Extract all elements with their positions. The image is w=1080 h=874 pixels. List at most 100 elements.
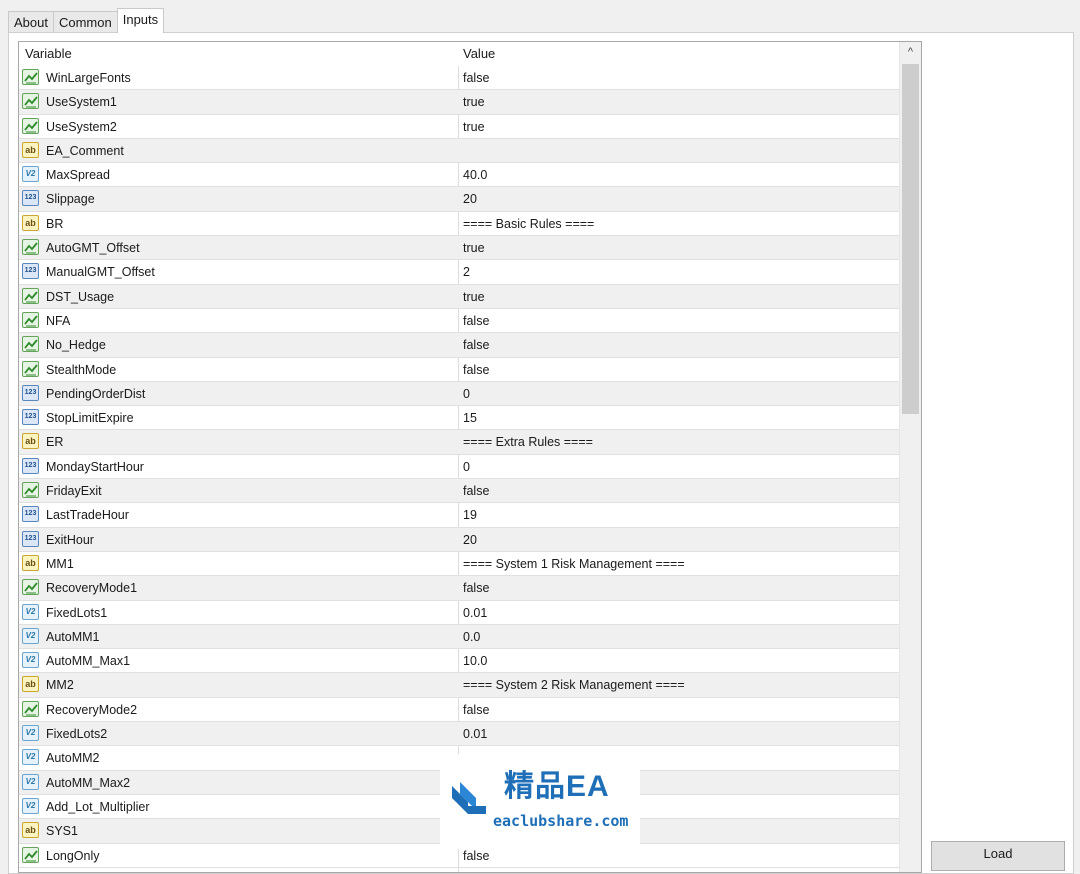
variable-value[interactable]: 10.0	[463, 649, 487, 673]
table-row[interactable]: UseSystem2 true	[19, 115, 899, 139]
variable-value[interactable]: false	[463, 358, 489, 382]
tab-common[interactable]: Common	[52, 11, 118, 33]
variable-value[interactable]: ==== System 1 Risk Management ====	[463, 552, 685, 576]
double-type-icon: V2	[22, 725, 39, 742]
table-row[interactable]: NFA false	[19, 309, 899, 334]
table-row[interactable]: ab EA_Comment	[19, 138, 899, 164]
table-row[interactable]: 123 StopLimitExpire 15	[19, 406, 899, 431]
bool-type-icon	[22, 239, 39, 256]
variable-value[interactable]: ==== System 2 Risk Management ====	[463, 673, 685, 697]
variable-name: StopLimitExpire	[46, 411, 134, 426]
table-row[interactable]: AutoGMT_Offset true	[19, 236, 899, 261]
variable-value[interactable]: false	[463, 309, 489, 333]
variable-value[interactable]: 0.01	[463, 601, 487, 625]
variable-name: MondayStartHour	[46, 459, 144, 474]
variable-value[interactable]: true	[463, 285, 485, 309]
table-row[interactable]: V2 MaxSpread 40.0	[19, 163, 899, 188]
table-row[interactable]: 123 PendingOrderDist 0	[19, 381, 899, 407]
table-row[interactable]: V2 AutoMM_Max1 10.0	[19, 649, 899, 674]
table-row[interactable]: WinLargeFonts false	[19, 66, 899, 91]
variable-value[interactable]: false	[463, 576, 489, 600]
bool-type-icon	[22, 700, 39, 717]
int-type-icon: 123	[22, 457, 39, 474]
variable-value[interactable]: 19	[463, 503, 477, 527]
scroll-thumb[interactable]	[902, 64, 919, 414]
variable-value[interactable]: 0	[463, 382, 470, 406]
variable-value[interactable]: ==== Extra Rules ====	[463, 430, 593, 454]
load-button[interactable]: Load	[931, 841, 1065, 871]
variable-value[interactable]: 20	[463, 528, 477, 552]
header-value[interactable]: Value	[463, 42, 495, 66]
int-type-icon: 123	[22, 506, 39, 523]
variable-value[interactable]: 40.0	[463, 163, 487, 187]
variable-value[interactable]: true	[463, 236, 485, 260]
vertical-scrollbar[interactable]: ^	[899, 42, 921, 872]
scroll-up-icon[interactable]: ^	[900, 42, 921, 62]
variable-value[interactable]: false	[463, 479, 489, 503]
tab-inputs[interactable]: Inputs	[116, 8, 165, 33]
variable-name: AutoMM_Max2	[46, 775, 131, 790]
int-type-icon: 123	[22, 190, 39, 207]
table-row[interactable]: 123 LastTradeHour 19	[19, 503, 899, 528]
bool-type-icon	[22, 482, 39, 499]
variable-value[interactable]: ==== Basic Rules ====	[463, 212, 594, 236]
table-row[interactable]: 123 ExitHour 20	[19, 527, 899, 552]
variable-value[interactable]: 15	[463, 406, 477, 430]
variable-name: Add_Lot_Multiplier	[46, 799, 150, 814]
variable-name: WinLargeFonts	[46, 71, 131, 85]
header-variable[interactable]: Variable	[25, 42, 72, 66]
variable-name: MaxSpread	[46, 168, 110, 183]
table-row[interactable]: ab MM2 ==== System 2 Risk Management ====	[19, 673, 899, 698]
variable-name: SYS1	[46, 824, 78, 839]
variable-value[interactable]: 0.01	[463, 722, 487, 746]
table-row[interactable]: V2 AutoMM1 0.0	[19, 624, 899, 650]
variable-name: UseSystem1	[46, 95, 117, 110]
table-row[interactable]: StealthMode false	[19, 358, 899, 382]
variable-value[interactable]: 0.0	[463, 625, 480, 649]
variable-name: LongOnly	[46, 848, 100, 863]
variable-name: AutoMM2	[46, 751, 100, 766]
tab-about[interactable]: About	[8, 11, 54, 33]
variable-value[interactable]: 0	[463, 455, 470, 479]
variable-value[interactable]: false	[463, 333, 489, 357]
table-row[interactable]: 123 ManualGMT_Offset 2	[19, 260, 899, 285]
table-row[interactable]: V2 FixedLots2 0.01	[19, 722, 899, 747]
double-type-icon: V2	[22, 797, 39, 814]
variable-name: FridayExit	[46, 484, 102, 499]
bool-type-icon	[22, 579, 39, 596]
table-row[interactable]: No_Hedge false	[19, 333, 899, 358]
string-type-icon: ab	[22, 554, 39, 571]
variable-name: Slippage	[46, 192, 95, 207]
table-row[interactable]: ab ER ==== Extra Rules ====	[19, 430, 899, 455]
table-row[interactable]: FridayExit false	[19, 479, 899, 504]
bool-type-icon	[22, 360, 39, 377]
int-type-icon: 123	[22, 409, 39, 426]
variable-name: FixedLots2	[46, 727, 108, 742]
table-row[interactable]: ab BR ==== Basic Rules ====	[19, 212, 899, 237]
watermark-url: eaclubshare.com	[493, 812, 629, 830]
table-row[interactable]: RecoveryMode2 false	[19, 698, 899, 723]
bool-type-icon	[22, 69, 39, 85]
variable-value[interactable]: true	[463, 115, 485, 139]
bool-type-icon	[22, 311, 39, 328]
bool-type-icon	[22, 846, 39, 863]
variable-value[interactable]: false	[463, 66, 489, 90]
variable-value[interactable]: 20	[463, 187, 477, 211]
table-row[interactable]: RecoveryMode1 false	[19, 576, 899, 601]
table-row[interactable]: ab MM1 ==== System 1 Risk Management ====	[19, 552, 899, 577]
int-type-icon: 123	[22, 530, 39, 547]
inputs-grid: Variable Value WinLargeFonts false UseSyst…	[18, 41, 922, 873]
variable-name: No_Hedge	[46, 338, 106, 353]
grid-header: Variable Value	[19, 42, 899, 66]
table-row[interactable]: 123 MondayStartHour 0	[19, 455, 899, 480]
table-row[interactable]: 123 Slippage 20	[19, 187, 899, 212]
table-row[interactable]: UseSystem1 true	[19, 90, 899, 115]
variable-name: RecoveryMode2	[46, 702, 138, 717]
table-row[interactable]: V2 FixedLots1 0.01	[19, 601, 899, 625]
variable-value[interactable]: 2	[463, 260, 470, 284]
variable-value[interactable]: false	[463, 698, 489, 722]
variable-value[interactable]: true	[463, 90, 485, 114]
table-row[interactable]: DST_Usage true	[19, 284, 899, 309]
string-type-icon: ab	[22, 433, 39, 450]
string-type-icon: ab	[22, 822, 39, 839]
